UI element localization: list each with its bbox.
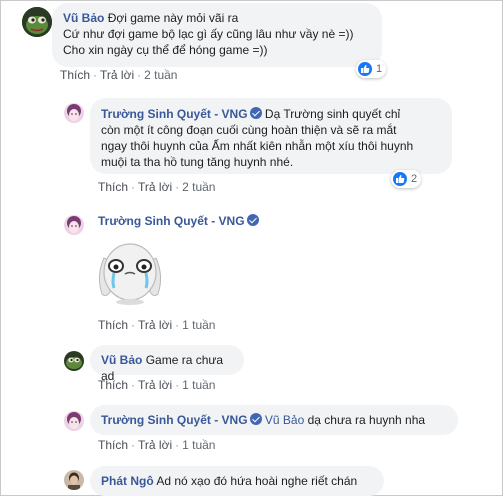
reply-link[interactable]: Trả lời [138, 318, 172, 332]
comment-author[interactable]: Vũ Bảo [63, 11, 104, 25]
comment-text: dạ chưa ra huynh nha [307, 413, 426, 427]
comment-actions: Thích · Trả lời · 2 tuần [98, 180, 216, 194]
comment-time[interactable]: 1 tuần [182, 318, 215, 332]
comment-actions: Thích · Trả lời · 2 tuần [60, 68, 178, 82]
reaction-number: 2 [411, 173, 418, 185]
verified-badge-icon [249, 107, 262, 119]
mention-link[interactable]: Vũ Bảo [265, 413, 304, 427]
comment-text-line: Đợi game này mỏi vãi ra [107, 11, 239, 25]
comment-bubble: Trường Sinh Quyết - VNG Vũ Bảo dạ chưa r… [90, 405, 458, 435]
comment-text-line: Cứ như đợi game bộ lạc gì ấy cũng lâu nh… [63, 27, 354, 41]
like-link[interactable]: Thích [98, 378, 128, 392]
comment-bubble: Phát Ngô Ad nó xạo đó hứa hoài nghe riết… [90, 466, 384, 496]
reaction-number: 1 [376, 63, 383, 75]
avatar-vu-bao[interactable] [22, 7, 52, 37]
comment-actions: Thích · Trả lời · 1 tuần [98, 378, 216, 392]
avatar-truong-sinh-quyet[interactable] [64, 103, 84, 123]
thumbs-up-icon [358, 62, 372, 76]
comment-text-line: còn một ít công đoạn cuối cùng hoàn thiệ… [101, 123, 397, 137]
verified-badge-icon [246, 214, 259, 226]
comment-text-line: muội ta tha hồ tung tăng huynh nhé. [101, 155, 294, 169]
reply-link[interactable]: Trả lời [100, 68, 134, 82]
comment-actions: Thích · Trả lời · 1 tuần [98, 318, 216, 332]
comment-time[interactable]: 1 tuần [182, 438, 215, 452]
crying-bunny-sticker[interactable] [92, 236, 168, 308]
avatar-truong-sinh-quyet[interactable] [64, 215, 84, 235]
comment-author[interactable]: Trường Sinh Quyết - VNG [98, 214, 245, 228]
comment-author[interactable]: Trường Sinh Quyết - VNG [101, 413, 248, 427]
comment-text-line: ngay thôi huynh của Ấm nhất kiên nhẫn mộ… [101, 139, 414, 153]
verified-badge-icon [249, 413, 262, 425]
reply-link[interactable]: Trả lời [138, 438, 172, 452]
comment-header: Trường Sinh Quyết - VNG [98, 214, 259, 228]
comment-time[interactable]: 1 tuần [182, 378, 215, 392]
reaction-count[interactable]: 2 [391, 170, 422, 188]
avatar-phat-ngo[interactable] [64, 470, 84, 490]
comment-text-line: Dạ Trường sinh quyết chỉ [264, 107, 401, 121]
comment-text-line: Cho xin ngày cụ thể để hóng game =)) [63, 43, 268, 57]
like-link[interactable]: Thích [60, 68, 90, 82]
comment-bubble: Vũ Bảo Game ra chưa ad [90, 345, 244, 383]
comment-author[interactable]: Trường Sinh Quyết - VNG [101, 107, 248, 121]
comment-time[interactable]: 2 tuần [144, 68, 177, 82]
reply-link[interactable]: Trả lời [138, 180, 172, 194]
comment-author[interactable]: Phát Ngô [101, 474, 154, 488]
like-link[interactable]: Thích [98, 180, 128, 194]
reaction-count[interactable]: 1 [356, 60, 387, 78]
comment-text: Ad nó xạo đó hứa hoài nghe riết chán [156, 474, 358, 488]
avatar-truong-sinh-quyet[interactable] [64, 411, 84, 431]
like-link[interactable]: Thích [98, 438, 128, 452]
comment-bubble: Vũ Bảo Đợi game này mỏi vãi ra Cứ như đợ… [52, 3, 382, 67]
comment-actions: Thích · Trả lời · 1 tuần [98, 438, 216, 452]
comment-author[interactable]: Vũ Bảo [101, 353, 142, 367]
like-link[interactable]: Thích [98, 318, 128, 332]
comment-time[interactable]: 2 tuần [182, 180, 215, 194]
comment-bubble: Trường Sinh Quyết - VNG Dạ Trường sinh q… [90, 98, 452, 174]
reply-link[interactable]: Trả lời [138, 378, 172, 392]
thumbs-up-icon [393, 172, 407, 186]
avatar-vu-bao[interactable] [64, 351, 84, 371]
